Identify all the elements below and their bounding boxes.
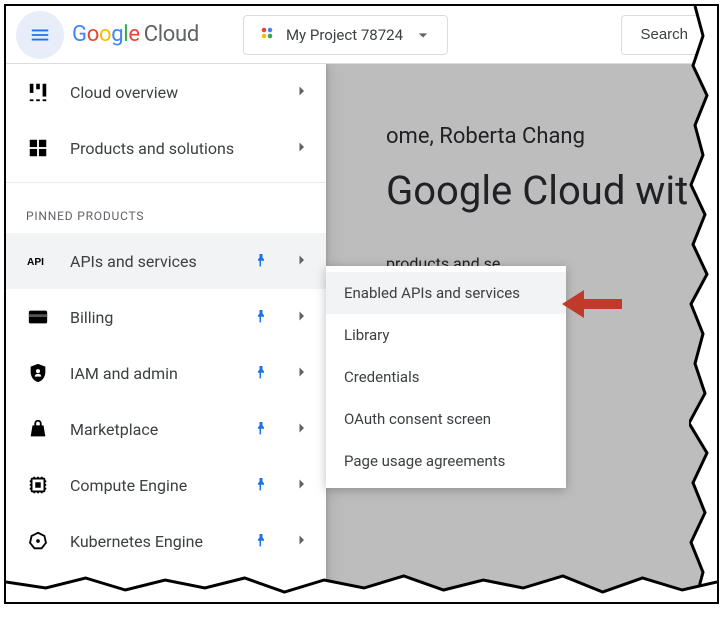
submenu-item-4[interactable]: Page usage agreements [326,440,566,482]
sidebar-item-kubernetes[interactable]: Kubernetes Engine [6,513,326,569]
pinned-section-title: PINNED PRODUCTS [6,189,326,233]
apis-submenu: Enabled APIs and servicesLibraryCredenti… [326,266,566,488]
hamburger-icon [29,24,51,46]
marketplace-icon [26,417,50,441]
nav-label: Billing [70,308,232,327]
google-cloud-logo: Google Cloud [72,22,199,47]
chevron-right-icon [292,363,312,383]
submenu-item-0[interactable]: Enabled APIs and services [326,272,566,314]
overview-icon [26,80,50,104]
submenu-item-2[interactable]: Credentials [326,356,566,398]
svg-text:API: API [27,257,44,268]
billing-icon [26,305,50,329]
compute-icon [26,473,50,497]
sidebar-item-compute[interactable]: Compute Engine [6,457,326,513]
welcome-headline: Google Cloud wit [386,167,688,214]
project-name: My Project 78724 [286,26,403,44]
products-icon [26,136,50,160]
chevron-right-icon [292,475,312,495]
nav-label: Cloud overview [70,83,272,102]
sidebar-item-marketplace[interactable]: Marketplace [6,401,326,457]
nav-label: Kubernetes Engine [70,532,232,551]
sidebar-item-api[interactable]: API APIs and services [6,233,326,289]
sidebar-item-products[interactable]: Products and solutions [6,120,326,176]
pin-icon[interactable] [252,251,272,271]
pin-icon[interactable] [252,419,272,439]
pin-icon[interactable] [252,531,272,551]
torn-edge-bottom [6,574,717,604]
kubernetes-icon [26,529,50,553]
nav-label: APIs and services [70,252,232,271]
sidebar-item-iam[interactable]: IAM and admin [6,345,326,401]
navigation-sidebar: Cloud overview Products and solutions PIN… [6,64,326,602]
api-icon: API [26,249,50,273]
torn-edge-right [689,6,719,602]
nav-label: Products and solutions [70,139,272,158]
nav-label: IAM and admin [70,364,232,383]
sidebar-item-billing[interactable]: Billing [6,289,326,345]
nav-label: Compute Engine [70,476,232,495]
pin-icon[interactable] [252,363,272,383]
iam-icon [26,361,50,385]
chevron-right-icon [292,307,312,327]
submenu-item-3[interactable]: OAuth consent screen [326,398,566,440]
chevron-right-icon [292,138,312,158]
dropdown-icon [413,25,433,45]
welcome-greeting: ome, Roberta Chang [386,124,688,149]
header-bar: Google Cloud My Project 78724 Search [6,6,717,64]
project-dots-icon [258,24,276,46]
menu-button[interactable] [16,11,64,59]
pin-icon[interactable] [252,475,272,495]
chevron-right-icon [292,82,312,102]
pin-icon[interactable] [252,307,272,327]
annotation-arrow [562,286,624,326]
project-selector[interactable]: My Project 78724 [243,15,448,55]
chevron-right-icon [292,531,312,551]
chevron-right-icon [292,419,312,439]
submenu-item-1[interactable]: Library [326,314,566,356]
sidebar-item-overview[interactable]: Cloud overview [6,64,326,120]
chevron-right-icon [292,251,312,271]
sidebar-divider [6,182,326,183]
nav-label: Marketplace [70,420,232,439]
